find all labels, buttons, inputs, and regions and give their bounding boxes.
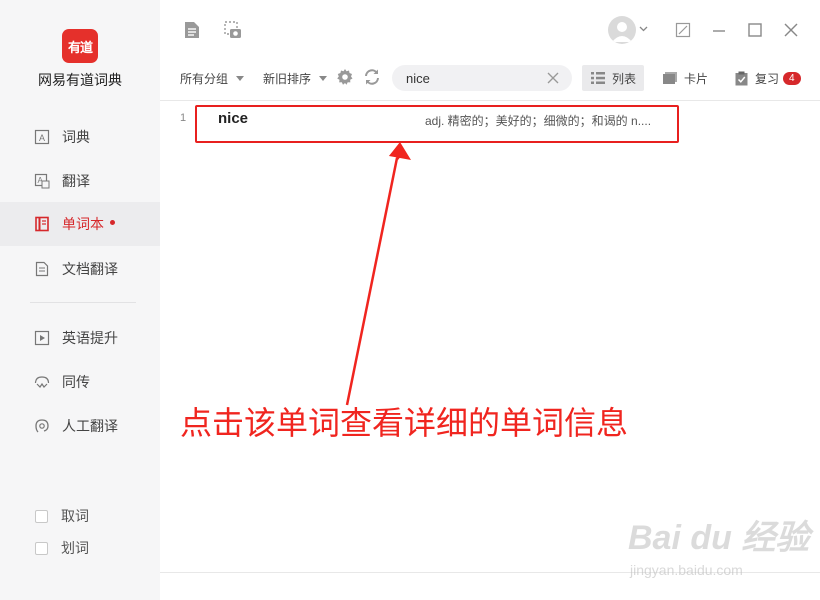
user-icon (612, 22, 632, 42)
caret-down-icon (319, 76, 328, 81)
simultaneous-interpretation-icon (34, 376, 50, 388)
sidebar-item-label: 同传 (62, 374, 90, 390)
wordbook-icon (35, 216, 49, 232)
dictionary-icon: A (34, 129, 50, 145)
new-document-icon[interactable] (182, 20, 202, 40)
sidebar-item-label: 翻译 (62, 173, 90, 189)
sidebar-item-dictionary[interactable]: A 词典 (0, 115, 160, 159)
watermark-brand: Bai du 经验 (628, 519, 810, 557)
compact-mode-icon[interactable] (674, 21, 692, 39)
screenshot-capture-icon[interactable] (223, 20, 243, 40)
group-filter-label: 所有分组 (180, 72, 229, 86)
chevron-down-icon[interactable] (639, 26, 648, 32)
review-clipboard-icon (735, 71, 748, 85)
review-count-badge: 4 (783, 71, 801, 85)
word-headword[interactable]: nice (218, 110, 248, 127)
sort-order-label: 新旧排序 (263, 72, 312, 86)
sidebar-item-translate[interactable]: A 翻译 (0, 159, 160, 203)
sidebar-item-label: 人工翻译 (62, 418, 118, 434)
search-input[interactable] (406, 70, 536, 86)
word-select-toggle[interactable]: 划词 (0, 536, 160, 560)
list-icon (591, 72, 605, 84)
human-translation-icon (35, 419, 49, 433)
checkbox[interactable] (35, 541, 48, 555)
word-capture-toggle[interactable]: 取词 (0, 504, 160, 528)
sidebar-item-label: 单词本 (62, 216, 104, 232)
sort-order-dropdown[interactable]: 新旧排序 (263, 70, 328, 87)
sidebar-item-wordbook[interactable]: 单词本 (0, 202, 160, 246)
minimize-icon[interactable] (710, 21, 728, 39)
sidebar-item-simultaneous[interactable]: 同传 (0, 360, 160, 404)
maximize-icon[interactable] (746, 21, 764, 39)
checkbox-label: 取词 (61, 508, 89, 524)
document-translate-icon (35, 261, 49, 277)
group-filter-dropdown[interactable]: 所有分组 (180, 70, 245, 87)
list-view-label: 列表 (612, 71, 637, 86)
checkbox-label: 划词 (61, 540, 89, 556)
sidebar-item-document-translate[interactable]: 文档翻译 (0, 247, 160, 291)
avatar[interactable] (608, 16, 636, 44)
sidebar-item-human-translation[interactable]: 人工翻译 (0, 404, 160, 448)
word-definition: adj. 精密的；美好的；细微的；和谒的 n.... (425, 114, 652, 128)
review-label: 复习 (755, 71, 780, 86)
review-button[interactable]: 复习 4 (726, 65, 809, 91)
caret-down-icon (236, 76, 245, 81)
sync-refresh-icon[interactable] (363, 68, 381, 86)
wordbook-search (392, 65, 572, 91)
checkbox[interactable] (35, 509, 48, 523)
watermark-url: jingyan.baidu.com (630, 562, 743, 578)
sidebar-item-label: 英语提升 (62, 330, 118, 346)
list-view-button[interactable]: 列表 (582, 65, 645, 91)
sidebar: 有道 网易有道词典 A 词典 A 翻译 单词本 文档翻译 英语提升 同传 人工翻… (0, 0, 160, 600)
new-dot-indicator (110, 219, 115, 225)
clear-search-icon[interactable] (546, 71, 560, 85)
translate-icon: A (34, 173, 50, 189)
table-row[interactable]: 1 nice adj. 精密的；美好的；细微的；和谒的 n.... (160, 106, 680, 134)
settings-gear-icon[interactable] (336, 68, 354, 86)
sidebar-divider (30, 302, 136, 303)
svg-text:A: A (39, 133, 45, 143)
sidebar-item-english-boost[interactable]: 英语提升 (0, 316, 160, 360)
close-icon[interactable] (782, 21, 800, 39)
video-play-icon (34, 330, 50, 346)
toolbar-divider (160, 100, 820, 101)
sidebar-item-label: 文档翻译 (62, 261, 118, 277)
app-name: 网易有道词典 (38, 72, 122, 88)
annotation-text: 点击该单词查看详细的单词信息 (180, 405, 629, 441)
card-icon (663, 72, 677, 84)
card-view-button[interactable]: 卡片 (654, 65, 716, 91)
sidebar-item-label: 词典 (62, 129, 90, 145)
app-logo: 有道 (62, 29, 98, 63)
card-view-label: 卡片 (684, 71, 709, 86)
baidu-jingyan-watermark: Bai du 经验 jingyan.baidu.com (628, 510, 810, 585)
row-index: 1 (180, 112, 187, 124)
